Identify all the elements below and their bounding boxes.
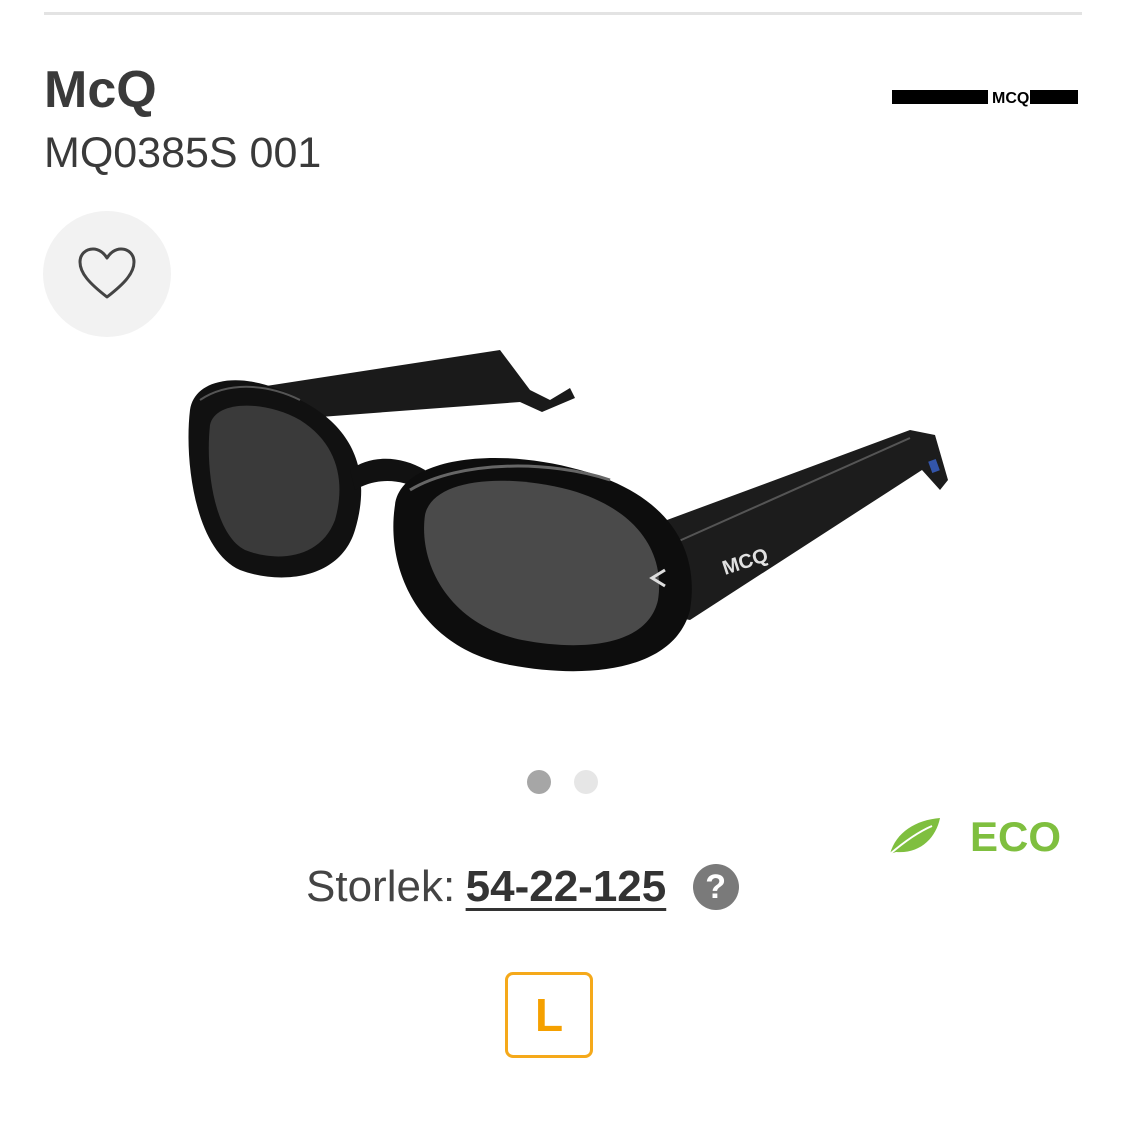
gallery-dot-2[interactable] bbox=[574, 770, 598, 794]
size-value-link[interactable]: 54-22-125 bbox=[466, 862, 667, 911]
heart-outline-icon bbox=[78, 247, 136, 299]
size-label: Storlek: bbox=[306, 862, 456, 911]
size-chip-l[interactable]: L bbox=[505, 972, 593, 1058]
gallery-dot-1[interactable] bbox=[527, 770, 551, 794]
brand-logo-text: MCQ bbox=[992, 90, 1029, 107]
leaf-icon bbox=[889, 818, 940, 855]
product-page: McQ MQ0385S 001 MCQ MCQ ECO Storlek: 54-… bbox=[0, 0, 1125, 1124]
help-icon[interactable]: ? bbox=[692, 864, 739, 910]
brand-title: McQ bbox=[44, 61, 157, 119]
top-divider bbox=[44, 12, 1082, 15]
size-row: Storlek: 54-22-125 ? bbox=[306, 862, 739, 922]
model-code: MQ0385S 001 bbox=[44, 129, 322, 177]
favorite-button[interactable] bbox=[43, 211, 171, 337]
brand-logo: MCQ bbox=[892, 90, 1078, 107]
eco-badge: ECO bbox=[886, 812, 1066, 862]
gallery-pagination bbox=[527, 770, 607, 794]
eco-label: ECO bbox=[970, 813, 1062, 860]
product-image[interactable]: MCQ bbox=[170, 330, 970, 700]
